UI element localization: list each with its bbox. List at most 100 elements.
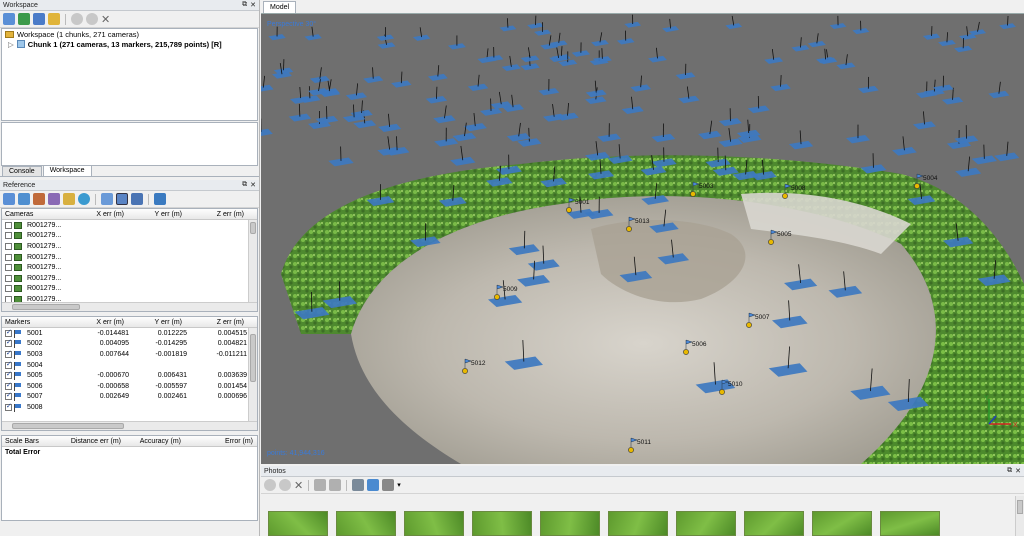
col-cameras[interactable]: Cameras xyxy=(2,211,77,218)
marker-checkbox[interactable] xyxy=(5,370,12,380)
import-icon[interactable] xyxy=(3,193,15,205)
markers-hscroll[interactable] xyxy=(2,421,257,430)
disable-icon[interactable] xyxy=(279,479,291,491)
view-errors-icon[interactable] xyxy=(131,193,143,205)
marker-row[interactable]: 5004 xyxy=(2,360,257,371)
remove-icon[interactable]: ✕ xyxy=(101,13,110,26)
camera-icon[interactable] xyxy=(352,479,365,491)
col-markers[interactable]: Markers xyxy=(2,319,77,326)
cameras-vscroll[interactable] xyxy=(248,220,257,302)
marker-checkbox[interactable] xyxy=(5,349,12,358)
optimize-icon[interactable] xyxy=(63,193,75,205)
marker-row[interactable]: 5006 -0.000658 -0.005597 0.001454 xyxy=(2,381,257,392)
float-icon[interactable]: ⧉ xyxy=(242,181,247,189)
photos-title: Photos xyxy=(264,467,286,475)
marker-x-err: -0.000670 xyxy=(97,372,129,380)
cameras-hscroll[interactable] xyxy=(2,302,257,311)
camera-checkbox[interactable] xyxy=(5,285,12,293)
photos-vscroll[interactable] xyxy=(1015,496,1024,536)
photo-thumbnail[interactable] xyxy=(336,511,396,536)
enable-icon[interactable] xyxy=(264,479,276,491)
col-scale-bars[interactable]: Scale Bars xyxy=(2,438,62,445)
marker-z-err: 0.004515 xyxy=(217,329,247,337)
update-icon[interactable] xyxy=(78,193,90,205)
float-icon[interactable]: ⧉ xyxy=(242,1,247,9)
view-source-icon[interactable] xyxy=(101,193,113,205)
add-chunk-icon[interactable] xyxy=(33,13,45,25)
close-icon[interactable]: ✕ xyxy=(250,1,256,9)
camera-row[interactable]: R001279... xyxy=(2,220,257,231)
image-icon[interactable] xyxy=(367,479,380,491)
add-photos-icon[interactable] xyxy=(18,13,30,25)
marker-checkbox[interactable] xyxy=(5,402,12,411)
remove-icon[interactable]: ✕ xyxy=(294,479,303,492)
convert-icon[interactable] xyxy=(48,193,60,205)
tab-workspace[interactable]: Workspace xyxy=(42,165,92,176)
marker-checkbox[interactable] xyxy=(5,391,12,401)
marker-row[interactable]: 5008 xyxy=(2,402,257,413)
marker-checkbox[interactable] xyxy=(5,381,12,390)
camera-row[interactable]: R001279... xyxy=(2,284,257,295)
camera-row[interactable]: R001279... xyxy=(2,241,257,252)
float-icon[interactable]: ⧉ xyxy=(1007,467,1012,475)
col-x-err[interactable]: X err (m) xyxy=(77,211,127,218)
marker-row[interactable]: 5003 0.007644 -0.001819 -0.011211 xyxy=(2,349,257,360)
camera-row[interactable]: R001279... xyxy=(2,252,257,263)
camera-checkbox[interactable] xyxy=(5,264,12,272)
close-icon[interactable]: ✕ xyxy=(250,181,256,189)
col-distance-err[interactable]: Distance err (m) xyxy=(62,438,124,445)
photo-thumbnail[interactable] xyxy=(540,511,600,536)
marker-row[interactable]: 5005 -0.000670 0.006431 0.003639 xyxy=(2,370,257,381)
col-z-err[interactable]: Z err (m) xyxy=(185,211,247,218)
rotate-left-icon[interactable] xyxy=(314,479,327,491)
camera-checkbox[interactable] xyxy=(5,232,12,240)
new-document-icon[interactable] xyxy=(3,13,15,25)
photo-thumbnail[interactable] xyxy=(472,511,532,536)
camera-checkbox[interactable] xyxy=(5,274,12,282)
photo-thumbnail[interactable] xyxy=(608,511,668,536)
photo-thumbnail[interactable] xyxy=(404,511,464,536)
model-viewport[interactable]: 5001 5003 5004 5005 5006 5007 5008 5009 5010 5011… xyxy=(261,14,1024,464)
col-accuracy[interactable]: Accuracy (m) xyxy=(124,438,184,445)
col-y-err[interactable]: Y err (m) xyxy=(127,211,185,218)
camera-row[interactable]: R001279... xyxy=(2,262,257,273)
col-z-err[interactable]: Z err (m) xyxy=(185,319,247,326)
align-icon[interactable] xyxy=(48,13,60,25)
marker-row[interactable]: 5002 0.004095 -0.014295 0.004821 xyxy=(2,338,257,350)
marker-row[interactable]: 5001 -0.014481 0.012225 0.004515 xyxy=(2,328,257,339)
marker-checkbox[interactable] xyxy=(5,338,12,348)
rotate-right-icon[interactable] xyxy=(329,479,342,491)
col-x-err[interactable]: X err (m) xyxy=(77,319,127,326)
photo-thumbnail[interactable] xyxy=(268,511,328,536)
disable-icon[interactable] xyxy=(86,13,98,25)
camera-checkbox[interactable] xyxy=(5,221,12,229)
axis-x-label: X xyxy=(1013,422,1018,429)
col-error[interactable]: Error (m) xyxy=(184,438,256,445)
view-estimated-icon[interactable] xyxy=(116,193,128,205)
camera-checkbox[interactable] xyxy=(5,253,12,261)
chevron-down-icon[interactable]: ▾ xyxy=(397,481,401,489)
photo-thumbnail[interactable] xyxy=(880,511,940,536)
photo-thumbnail[interactable] xyxy=(812,511,872,536)
export-icon[interactable] xyxy=(18,193,30,205)
settings-icon[interactable] xyxy=(154,193,166,205)
close-icon[interactable]: ✕ xyxy=(1015,467,1021,475)
expand-arrow-icon[interactable]: ▷ xyxy=(8,40,14,49)
marker-row[interactable]: 5007 0.002649 0.002461 0.000696 xyxy=(2,391,257,403)
marker-checkbox[interactable] xyxy=(5,360,12,369)
clear-icon[interactable] xyxy=(33,193,45,205)
workspace-root-item[interactable]: Workspace (1 chunks, 271 cameras) xyxy=(2,29,257,39)
tab-console[interactable]: Console xyxy=(2,166,42,176)
photo-thumbnail[interactable] xyxy=(676,511,736,536)
camera-row[interactable]: R001279... xyxy=(2,273,257,284)
photo-thumbnail[interactable] xyxy=(744,511,804,536)
markers-vscroll[interactable] xyxy=(248,328,257,421)
camera-row[interactable]: R001279... xyxy=(2,231,257,242)
tab-model[interactable]: Model xyxy=(263,1,297,13)
camera-checkbox[interactable] xyxy=(5,242,12,250)
chunk-item[interactable]: ▷ Chunk 1 (271 cameras, 13 markers, 215,… xyxy=(2,39,257,49)
col-y-err[interactable]: Y err (m) xyxy=(127,319,185,326)
grid-view-icon[interactable] xyxy=(382,479,395,491)
marker-checkbox[interactable] xyxy=(5,328,12,337)
enable-icon[interactable] xyxy=(71,13,83,25)
